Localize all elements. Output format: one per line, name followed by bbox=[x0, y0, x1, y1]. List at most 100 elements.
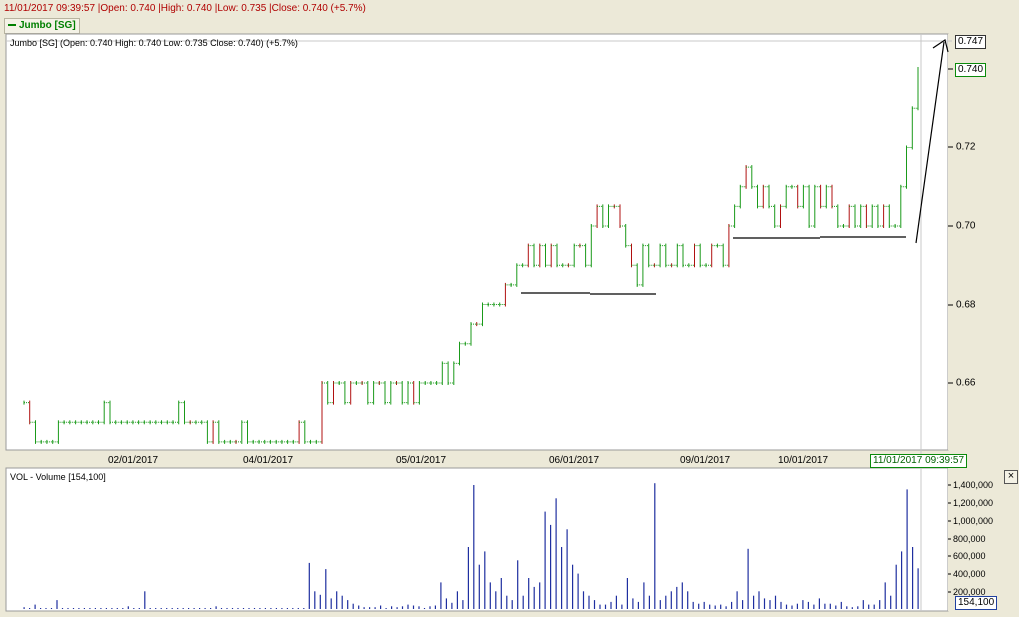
volume-bar bbox=[763, 598, 766, 609]
last-volume-tag: 154,100 bbox=[955, 596, 998, 610]
volume-bar bbox=[610, 601, 612, 609]
volume-bar bbox=[358, 605, 360, 609]
volume-bar bbox=[237, 608, 239, 609]
volume-bar bbox=[621, 604, 623, 609]
volume-bar bbox=[807, 601, 809, 609]
volume-bar bbox=[517, 560, 519, 609]
volume-bar bbox=[407, 604, 409, 609]
volume-bar bbox=[462, 600, 464, 609]
volume-bar bbox=[29, 608, 31, 609]
volume-bar bbox=[698, 603, 700, 609]
volume-bar bbox=[253, 608, 256, 609]
volume-bar bbox=[912, 547, 914, 609]
cursor-price-tag: 0.747 bbox=[955, 35, 987, 49]
volume-bar bbox=[884, 582, 886, 609]
volume-bar bbox=[215, 606, 217, 609]
y-tick-label: 0.70 bbox=[956, 220, 976, 232]
volume-bar bbox=[456, 591, 458, 609]
volume-bar bbox=[577, 573, 579, 609]
volume-bar bbox=[879, 600, 881, 609]
volume-bar bbox=[544, 511, 546, 609]
volume-bar bbox=[840, 601, 842, 609]
volume-bar bbox=[522, 595, 524, 609]
volume-bar bbox=[774, 595, 777, 609]
v-tick-label: 1,400,000 bbox=[953, 480, 994, 490]
volume-bar bbox=[160, 608, 162, 609]
volume-bar bbox=[83, 608, 85, 609]
volume-bar bbox=[347, 600, 349, 609]
volume-bar bbox=[363, 607, 365, 609]
volume-bar bbox=[242, 608, 245, 609]
volume-bar bbox=[478, 564, 480, 609]
volume-bar bbox=[566, 529, 568, 609]
volume-bar bbox=[489, 582, 491, 609]
volume-bar bbox=[210, 608, 212, 609]
volume-bar bbox=[753, 595, 755, 609]
close-x-icon[interactable]: × bbox=[1004, 470, 1018, 484]
volume-bar bbox=[873, 604, 875, 609]
volume-bar bbox=[105, 608, 107, 609]
volume-bar bbox=[758, 591, 760, 609]
volume-bar bbox=[780, 601, 782, 609]
volume-bar bbox=[116, 608, 118, 609]
price-panel[interactable] bbox=[5, 33, 949, 451]
y-tick-label: 0.72 bbox=[956, 141, 976, 153]
volume-bar bbox=[314, 591, 316, 609]
volume-bar bbox=[791, 605, 793, 609]
volume-bar bbox=[687, 591, 689, 609]
volume-bar bbox=[292, 608, 294, 609]
v-tick-label: 1,000,000 bbox=[953, 516, 994, 526]
volume-bar bbox=[561, 547, 563, 609]
volume-bar bbox=[61, 608, 64, 609]
volume-bar bbox=[45, 608, 47, 609]
volume-bar bbox=[703, 601, 705, 609]
x-tick-label: 04/01/2017 bbox=[242, 455, 294, 466]
volume-bar bbox=[303, 608, 305, 609]
volume-bar bbox=[155, 608, 157, 609]
volume-bar bbox=[286, 608, 288, 609]
volume-bar bbox=[220, 608, 223, 609]
volume-bar bbox=[434, 605, 436, 609]
volume-bar bbox=[857, 606, 859, 609]
volume-bar bbox=[72, 608, 75, 609]
volume-bar bbox=[818, 598, 820, 609]
volume-bar bbox=[604, 604, 607, 609]
volume-bar bbox=[166, 608, 168, 609]
volume-bar bbox=[330, 598, 332, 609]
volume-bar bbox=[851, 607, 853, 609]
y-tick-label: 0.66 bbox=[956, 377, 976, 389]
volume-bar bbox=[275, 608, 277, 609]
volume-bar bbox=[259, 608, 261, 609]
chart-canvas[interactable] bbox=[0, 0, 1019, 617]
volume-bar bbox=[50, 608, 53, 609]
volume-bar bbox=[270, 608, 272, 609]
volume-bar bbox=[670, 591, 672, 609]
volume-panel[interactable] bbox=[5, 467, 949, 612]
volume-bar bbox=[862, 600, 864, 609]
volume-bar bbox=[144, 591, 146, 609]
volume-bar bbox=[533, 586, 535, 609]
volume-bar bbox=[451, 602, 453, 609]
volume-bar bbox=[56, 600, 58, 609]
volume-bar bbox=[654, 483, 656, 609]
volume-bar bbox=[511, 600, 513, 609]
volume-bar bbox=[341, 595, 343, 609]
volume-bar bbox=[78, 608, 80, 609]
volume-bar bbox=[769, 600, 771, 609]
volume-bar bbox=[901, 551, 903, 609]
volume-bar bbox=[500, 578, 502, 609]
volume-bar bbox=[177, 608, 179, 609]
volume-bar bbox=[637, 601, 639, 609]
volume-bar bbox=[111, 608, 113, 609]
volume-bar bbox=[325, 569, 327, 609]
volume-bar bbox=[297, 608, 299, 609]
volume-bar bbox=[495, 591, 497, 609]
volume-bar bbox=[182, 608, 184, 609]
volume-bar bbox=[423, 608, 426, 609]
volume-bar bbox=[369, 607, 371, 609]
volume-bar bbox=[588, 595, 590, 609]
volume-bar bbox=[199, 608, 201, 609]
volume-bar bbox=[473, 485, 475, 609]
volume-bar bbox=[714, 605, 716, 609]
v-tick-label: 800,000 bbox=[953, 534, 986, 544]
